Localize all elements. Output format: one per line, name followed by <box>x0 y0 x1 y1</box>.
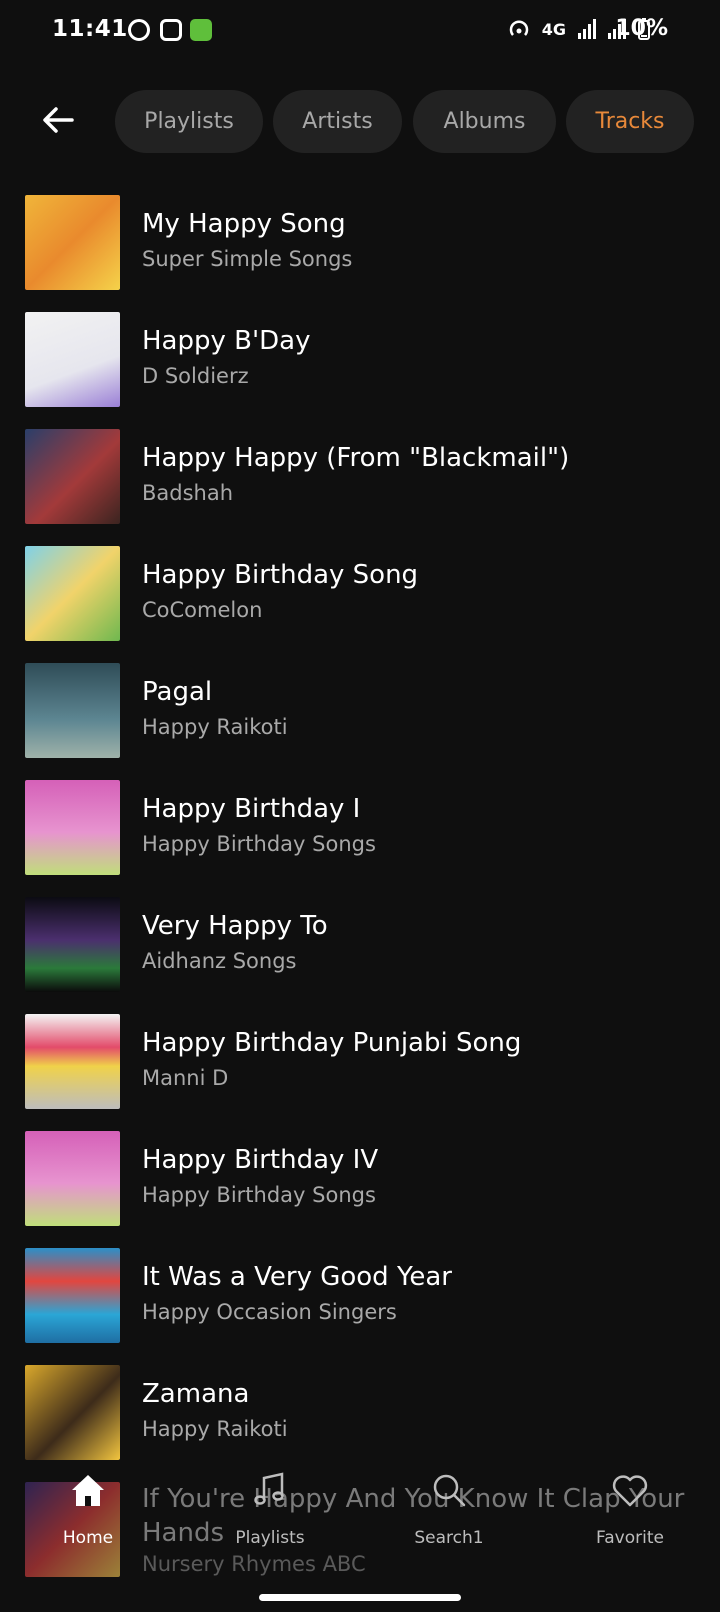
hotspot-icon <box>509 20 528 36</box>
battery-percent: 10% <box>615 16 668 41</box>
tab-artists[interactable]: Artists <box>273 90 402 153</box>
tab-playlists[interactable]: Playlists <box>115 90 263 153</box>
album-art <box>25 1365 120 1460</box>
network-type: 4G <box>541 19 566 39</box>
album-art <box>25 780 120 875</box>
track-title: Happy Happy (From "Blackmail") <box>142 443 570 473</box>
album-art <box>25 312 120 407</box>
track-title: Very Happy To <box>142 911 328 941</box>
track-title: It Was a Very Good Year <box>142 1262 452 1292</box>
search-icon <box>433 1474 466 1507</box>
track-row[interactable]: Happy Birthday Song CoComelon <box>0 546 720 646</box>
music-note-icon <box>254 1472 284 1505</box>
tab-tracks[interactable]: Tracks <box>566 90 694 153</box>
nav-search[interactable]: Search1 <box>369 1470 529 1560</box>
nav-label: Favorite <box>596 1528 664 1548</box>
album-art <box>25 195 120 290</box>
track-row[interactable]: Happy Birthday Punjabi Song Manni D <box>0 1014 720 1114</box>
track-row[interactable]: My Happy Song Super Simple Songs <box>0 195 720 295</box>
album-art <box>25 1131 120 1226</box>
track-artist: Manni D <box>142 1066 229 1090</box>
notification-icon <box>128 19 150 41</box>
track-row[interactable]: Happy Birthday I Happy Birthday Songs <box>0 780 720 880</box>
track-artist: Aidhanz Songs <box>142 949 297 973</box>
track-artist: D Soldierz <box>142 364 249 388</box>
track-title: Happy Birthday I <box>142 794 361 824</box>
signal-icon <box>578 19 596 39</box>
track-artist: Badshah <box>142 481 234 505</box>
track-artist: CoComelon <box>142 598 263 622</box>
nav-label: Search1 <box>414 1528 484 1548</box>
nav-label: Playlists <box>235 1528 305 1548</box>
track-artist: Happy Occasion Singers <box>142 1300 397 1324</box>
track-title: Pagal <box>142 677 213 707</box>
track-row[interactable]: Happy Birthday IV Happy Birthday Songs <box>0 1131 720 1231</box>
nav-playlists[interactable]: Playlists <box>190 1470 350 1560</box>
track-title: Happy Birthday IV <box>142 1145 379 1175</box>
album-art <box>25 897 120 992</box>
nav-label: Home <box>62 1528 114 1548</box>
album-art <box>25 1248 120 1343</box>
track-artist: Happy Raikoti <box>142 1417 288 1441</box>
track-title: Happy Birthday Punjabi Song <box>142 1028 522 1058</box>
track-row[interactable]: Pagal Happy Raikoti <box>0 663 720 763</box>
track-title: Happy Birthday Song <box>142 560 419 590</box>
notification-icon <box>160 19 182 41</box>
track-row[interactable]: Zamana Happy Raikoti <box>0 1365 720 1465</box>
track-title: Happy B'Day <box>142 326 311 356</box>
track-artist: Happy Birthday Songs <box>142 1183 376 1207</box>
bottom-navigation: Home Playlists Search1 Favorite <box>0 1470 720 1560</box>
track-row[interactable]: Happy B'Day D Soldierz <box>0 312 720 412</box>
tab-albums[interactable]: Albums <box>413 90 556 153</box>
track-artist: Happy Raikoti <box>142 715 288 739</box>
heart-icon <box>612 1475 648 1507</box>
track-title: My Happy Song <box>142 209 346 239</box>
nav-favorite[interactable]: Favorite <box>550 1470 710 1560</box>
track-row[interactable]: Happy Happy (From "Blackmail") Badshah <box>0 429 720 529</box>
track-row[interactable]: It Was a Very Good Year Happy Occasion S… <box>0 1248 720 1348</box>
track-title: Zamana <box>142 1379 250 1409</box>
track-artist: Happy Birthday Songs <box>142 832 376 856</box>
status-bar: 11:41 4G 10% <box>0 0 720 64</box>
album-art <box>25 1014 120 1109</box>
track-artist: Super Simple Songs <box>142 247 353 271</box>
home-icon <box>72 1475 104 1506</box>
home-indicator[interactable] <box>259 1594 461 1601</box>
app-notification-icon <box>190 19 212 41</box>
track-row[interactable]: Very Happy To Aidhanz Songs <box>0 897 720 997</box>
album-art <box>25 663 120 758</box>
nav-home[interactable]: Home <box>8 1470 168 1560</box>
back-arrow-icon[interactable] <box>38 100 78 140</box>
status-time: 11:41 <box>52 16 128 42</box>
album-art <box>25 429 120 524</box>
album-art <box>25 546 120 641</box>
